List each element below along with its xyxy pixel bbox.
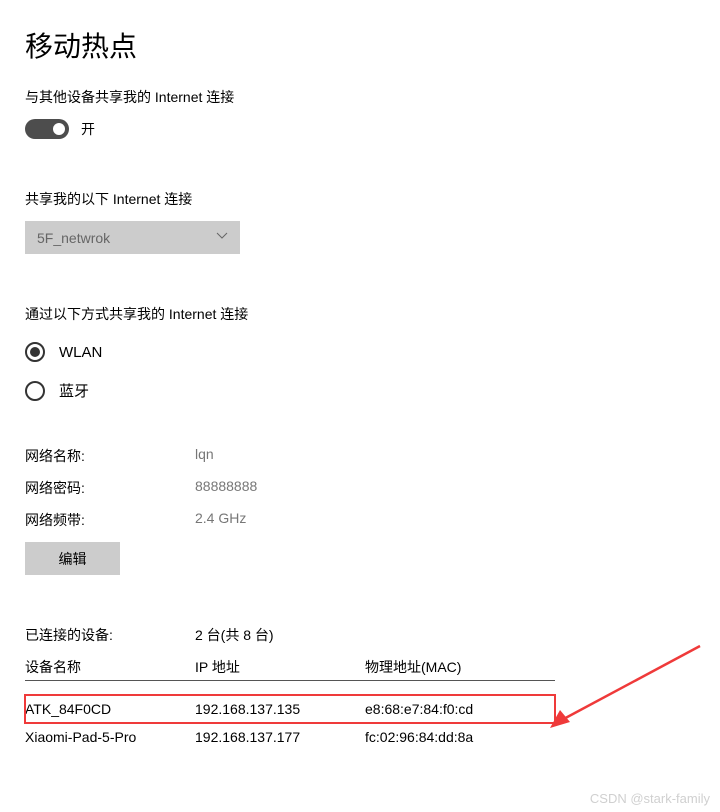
network-name-label: 网络名称: [25, 446, 195, 466]
network-name-value: lqn [195, 446, 214, 466]
col-device-name: 设备名称 [25, 657, 195, 677]
annotation-arrow [540, 640, 710, 740]
network-band-label: 网络频带: [25, 510, 195, 530]
page-title: 移动热点 [25, 25, 695, 65]
share-from-label: 共享我的以下 Internet 连接 [25, 189, 695, 209]
network-password-label: 网络密码: [25, 478, 195, 498]
share-via-label: 通过以下方式共享我的 Internet 连接 [25, 304, 695, 324]
device-mac: e8:68:e7:84:f0:cd [365, 701, 555, 717]
devices-table: 设备名称 IP 地址 物理地址(MAC) ATK_84F0CD 192.168.… [25, 657, 555, 751]
watermark: CSDN @stark-family [590, 791, 710, 806]
chevron-down-icon [216, 232, 228, 244]
share-via-radio-group: WLAN 蓝牙 [25, 342, 695, 401]
device-ip: 192.168.137.135 [195, 701, 365, 717]
radio-bluetooth-label: 蓝牙 [59, 380, 89, 401]
radio-wlan[interactable]: WLAN [25, 342, 695, 362]
toggle-knob [53, 123, 65, 135]
radio-wlan-label: WLAN [59, 344, 102, 361]
connected-devices-label: 已连接的设备: [25, 625, 195, 645]
connected-devices-value: 2 台(共 8 台) [195, 625, 274, 645]
network-password-value: 88888888 [195, 478, 257, 498]
dropdown-value: 5F_netwrok [37, 230, 110, 246]
radio-bluetooth[interactable]: 蓝牙 [25, 380, 695, 401]
share-connection-label: 与其他设备共享我的 Internet 连接 [25, 87, 695, 107]
device-name: Xiaomi-Pad-5-Pro [25, 729, 195, 745]
col-ip-address: IP 地址 [195, 657, 365, 677]
radio-icon [25, 342, 45, 362]
device-name: ATK_84F0CD [25, 701, 195, 717]
edit-button[interactable]: 编辑 [25, 542, 120, 575]
radio-icon [25, 381, 45, 401]
device-ip: 192.168.137.177 [195, 729, 365, 745]
network-band-value: 2.4 GHz [195, 510, 246, 530]
device-mac: fc:02:96:84:dd:8a [365, 729, 555, 745]
device-row: ATK_84F0CD 192.168.137.135 e8:68:e7:84:f… [25, 695, 555, 723]
device-row: Xiaomi-Pad-5-Pro 192.168.137.177 fc:02:9… [25, 723, 555, 751]
network-info: 网络名称: lqn 网络密码: 88888888 网络频带: 2.4 GHz [25, 446, 695, 530]
toggle-state-label: 开 [81, 119, 95, 139]
col-mac-address: 物理地址(MAC) [365, 657, 555, 677]
hotspot-toggle[interactable] [25, 119, 69, 139]
connection-dropdown[interactable]: 5F_netwrok [25, 221, 240, 254]
